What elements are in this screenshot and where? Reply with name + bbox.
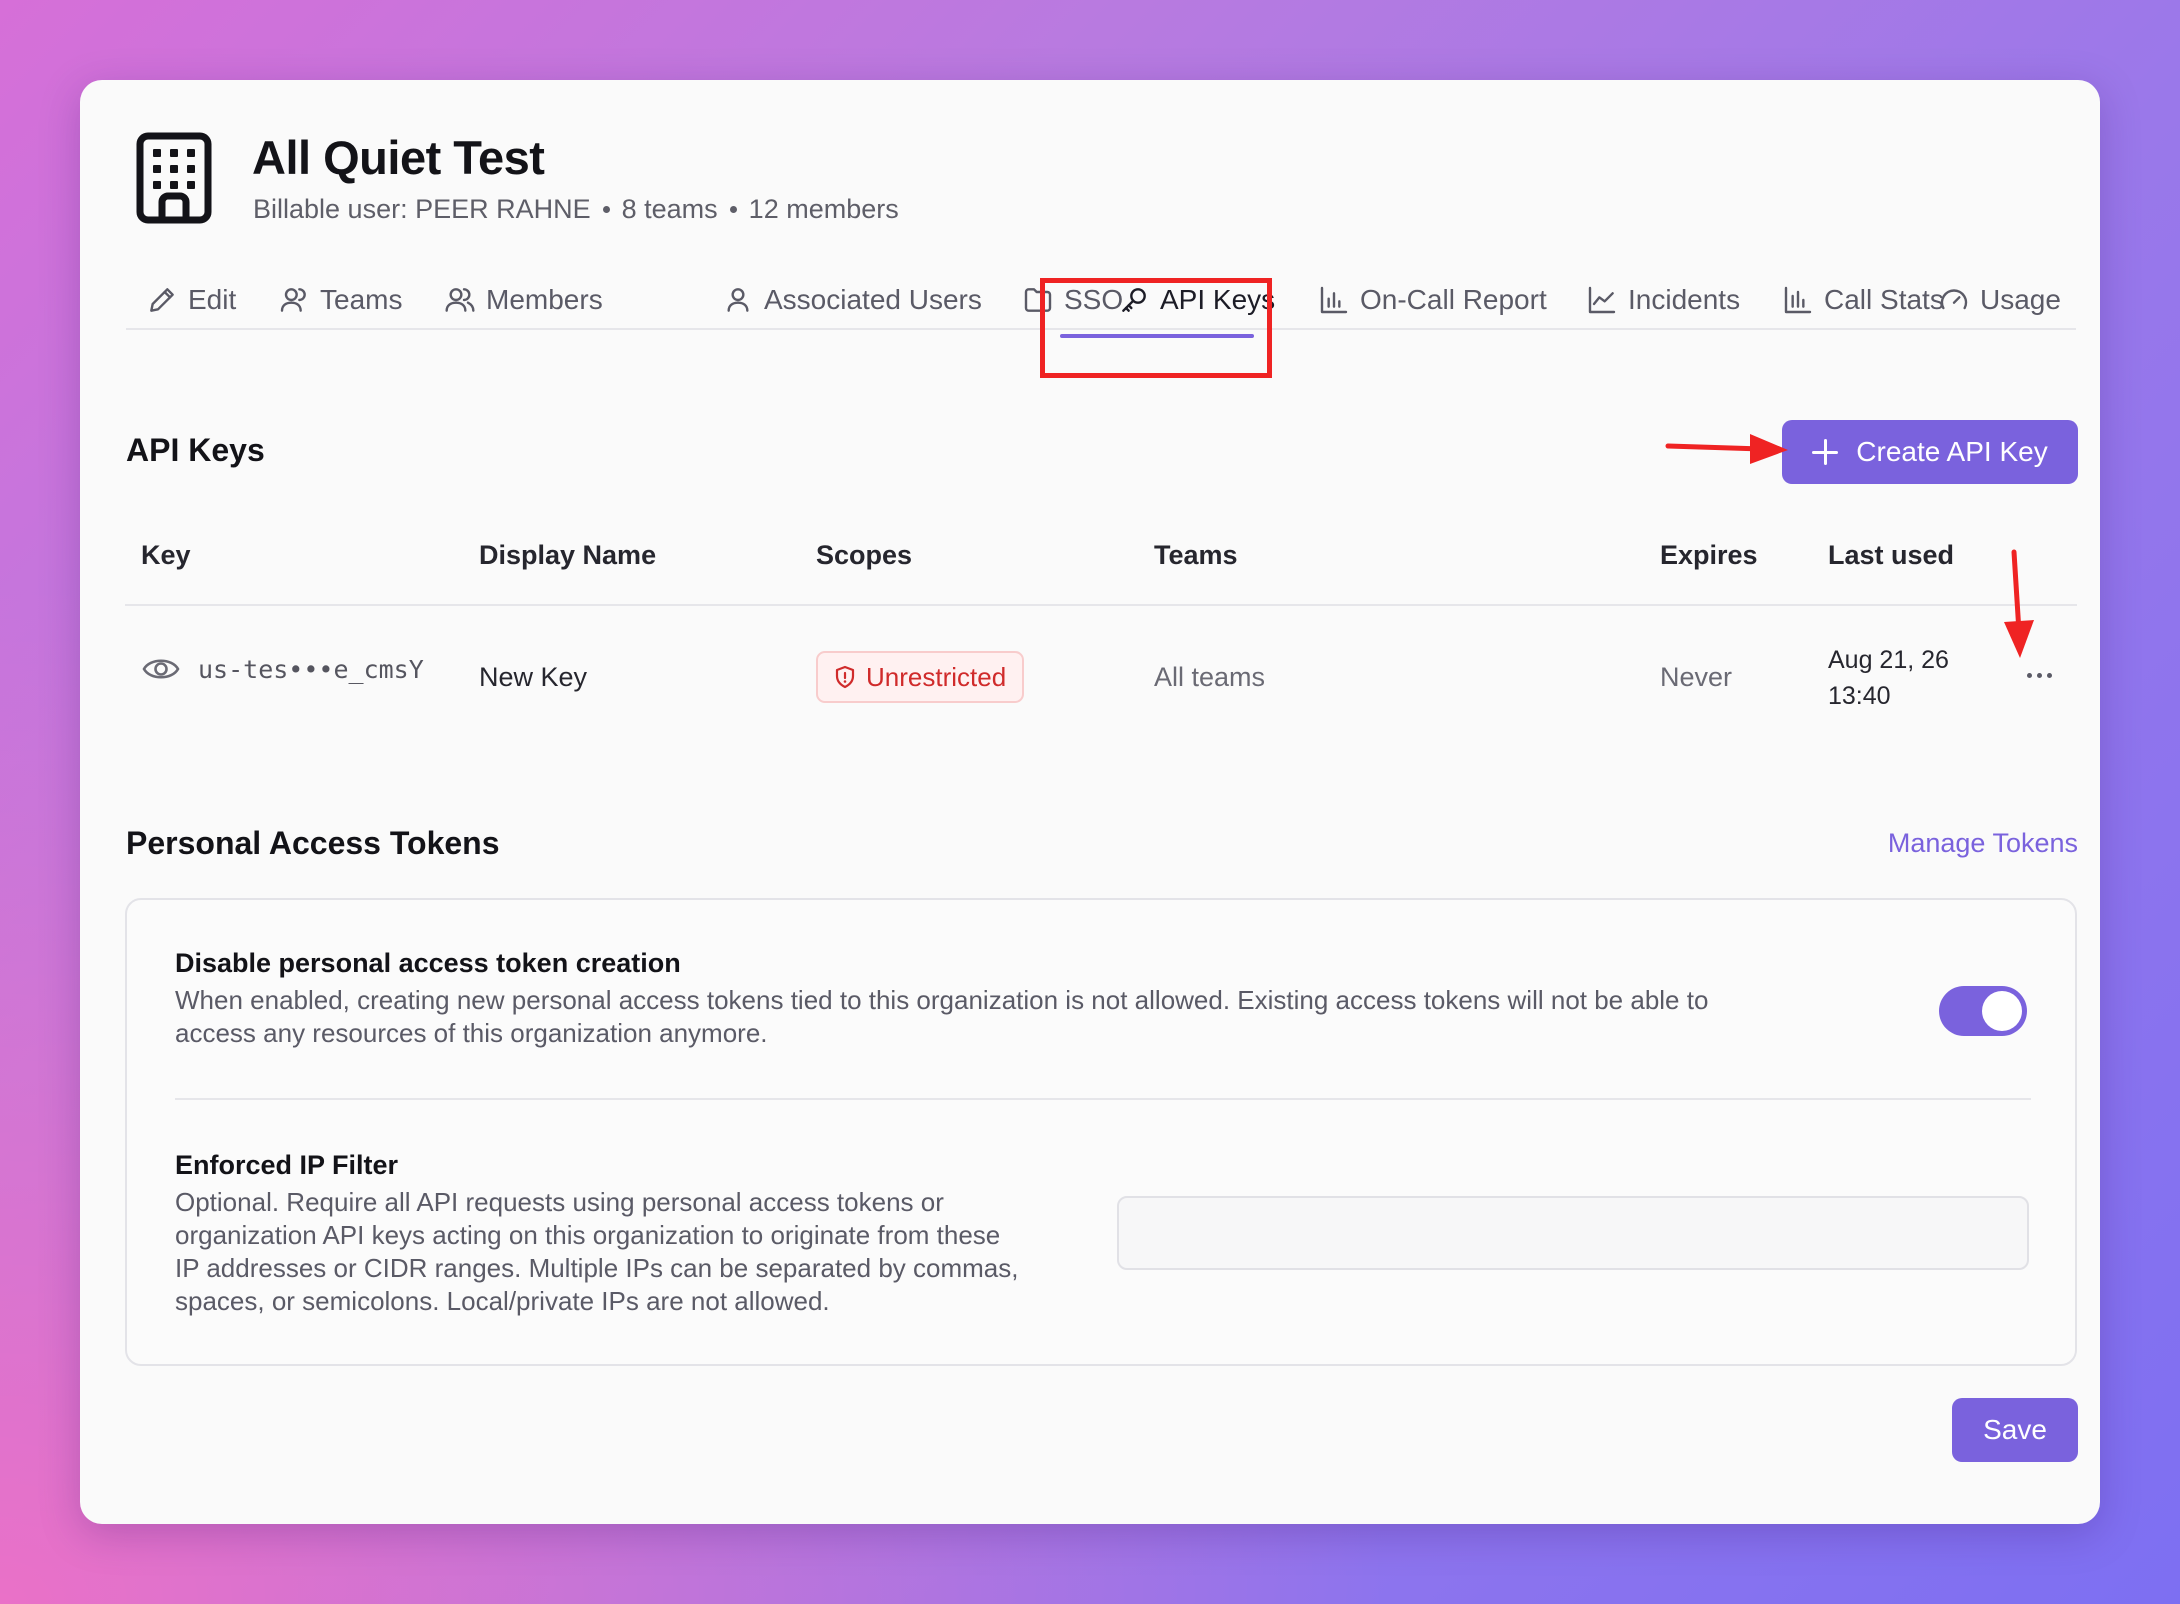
column-header-scopes: Scopes [816, 540, 913, 570]
more-options-icon[interactable] [2020, 660, 2058, 690]
users-icon [445, 288, 475, 312]
manage-tokens-link[interactable]: Manage Tokens [1888, 828, 2078, 859]
scope-badge: Unrestricted [816, 651, 1025, 703]
shield-icon [835, 665, 855, 689]
building-icon [136, 132, 212, 224]
annotation-arrow-icon [1665, 434, 1788, 464]
disable-pat-toggle[interactable] [1939, 986, 2027, 1036]
ip-filter-description-line: IP addresses or CIDR ranges. Multiple IP… [175, 1253, 1019, 1283]
tab-label: On-Call Report [1360, 284, 1547, 315]
tab-label: Incidents [1628, 284, 1741, 315]
separator-dot [729, 206, 737, 213]
tab-label: Teams [320, 284, 403, 315]
tab-call-stats[interactable]: Call Stats [1782, 270, 1944, 330]
scope-label: Unrestricted [866, 661, 1007, 692]
tab-teams[interactable]: Teams [278, 270, 402, 330]
create-api-key-button[interactable]: Create API Key [1782, 420, 2078, 484]
annotation-arrow-icon [2004, 549, 2034, 658]
org-settings-card: All Quiet Test Billable user: PEER RAHNE… [80, 80, 2100, 1524]
last-used-date: Aug 21, 26 [1828, 646, 1949, 674]
separator-dot [602, 206, 610, 213]
column-header-last-used: Last used [1828, 540, 1955, 570]
ip-filter-input[interactable] [1117, 1196, 2029, 1270]
tab-on-call-report[interactable]: On-Call Report [1318, 270, 1547, 330]
tab-associated-users[interactable]: Associated Users [722, 270, 982, 330]
disable-pat-title: Disable personal access token creation [175, 948, 681, 978]
tab-incidents[interactable]: Incidents [1586, 270, 1740, 330]
org-subtitle: Billable user: PEER RAHNE 8 teams 12 mem… [253, 194, 899, 225]
display-name: New Key [479, 662, 588, 692]
billable-user: Billable user: PEER RAHNE [253, 194, 591, 224]
column-header-expires: Expires [1660, 540, 1758, 570]
create-api-key-label: Create API Key [1856, 436, 2048, 467]
ip-filter-description-line: organization API keys acting on this org… [175, 1220, 1001, 1250]
tab-usage[interactable]: Usage [1938, 270, 2061, 330]
disable-pat-description-line: access any resources of this organizatio… [175, 1018, 768, 1048]
column-header-key: Key [141, 540, 191, 570]
api-key-value: us-tes•••e_cmsY [198, 654, 424, 684]
disable-pat-description: When enabled, creating new personal acce… [175, 984, 1708, 1050]
tab-label: Associated Users [764, 284, 982, 315]
ip-filter-title: Enforced IP Filter [175, 1150, 399, 1180]
bar-chart-icon [1784, 286, 1812, 314]
ip-filter-description: Optional. Require all API requests using… [175, 1186, 1018, 1318]
bar-chart-icon [1320, 286, 1348, 314]
line-chart-icon [1588, 286, 1616, 314]
plus-icon [1812, 439, 1839, 465]
last-used-time: 13:40 [1828, 682, 1891, 710]
disable-pat-description-line: When enabled, creating new personal acce… [175, 985, 1709, 1015]
user-icon [727, 288, 749, 312]
eye-icon[interactable] [142, 654, 180, 684]
members-count: 12 members [748, 194, 899, 224]
pencil-icon [150, 288, 174, 312]
tab-edit[interactable]: Edit [146, 270, 236, 330]
tab-label: Usage [1980, 284, 2061, 315]
org-title: All Quiet Test [252, 131, 545, 184]
ip-filter-description-line: spaces, or semicolons. Local/private IPs… [175, 1286, 830, 1316]
teams-count: 8 teams [621, 194, 718, 224]
ip-filter-description-line: Optional. Require all API requests using… [175, 1187, 944, 1217]
save-button[interactable]: Save [1952, 1398, 2078, 1462]
tab-members[interactable]: Members [444, 270, 603, 330]
user-icon [280, 288, 306, 312]
api-keys-heading: API Keys [126, 432, 265, 468]
settings-divider [175, 1098, 2031, 1100]
api-key-cell: us-tes•••e_cmsY [142, 654, 424, 684]
tab-label: Call Stats [1824, 284, 1944, 315]
table-header-divider [125, 604, 2077, 606]
last-used-value: Aug 21, 26 13:40 [1828, 642, 1949, 714]
gauge-icon [1940, 289, 1968, 310]
column-header-display-name: Display Name [479, 540, 657, 570]
expires-value: Never [1660, 662, 1733, 692]
teams-value: All teams [1154, 662, 1266, 692]
tab-label: Members [486, 284, 603, 315]
annotation-highlight-box [1040, 278, 1272, 378]
personal-access-tokens-heading: Personal Access Tokens [126, 825, 500, 861]
pat-settings-panel: Disable personal access token creation W… [125, 898, 2077, 1366]
tab-label: Edit [188, 284, 237, 315]
column-header-teams: Teams [1154, 540, 1238, 570]
